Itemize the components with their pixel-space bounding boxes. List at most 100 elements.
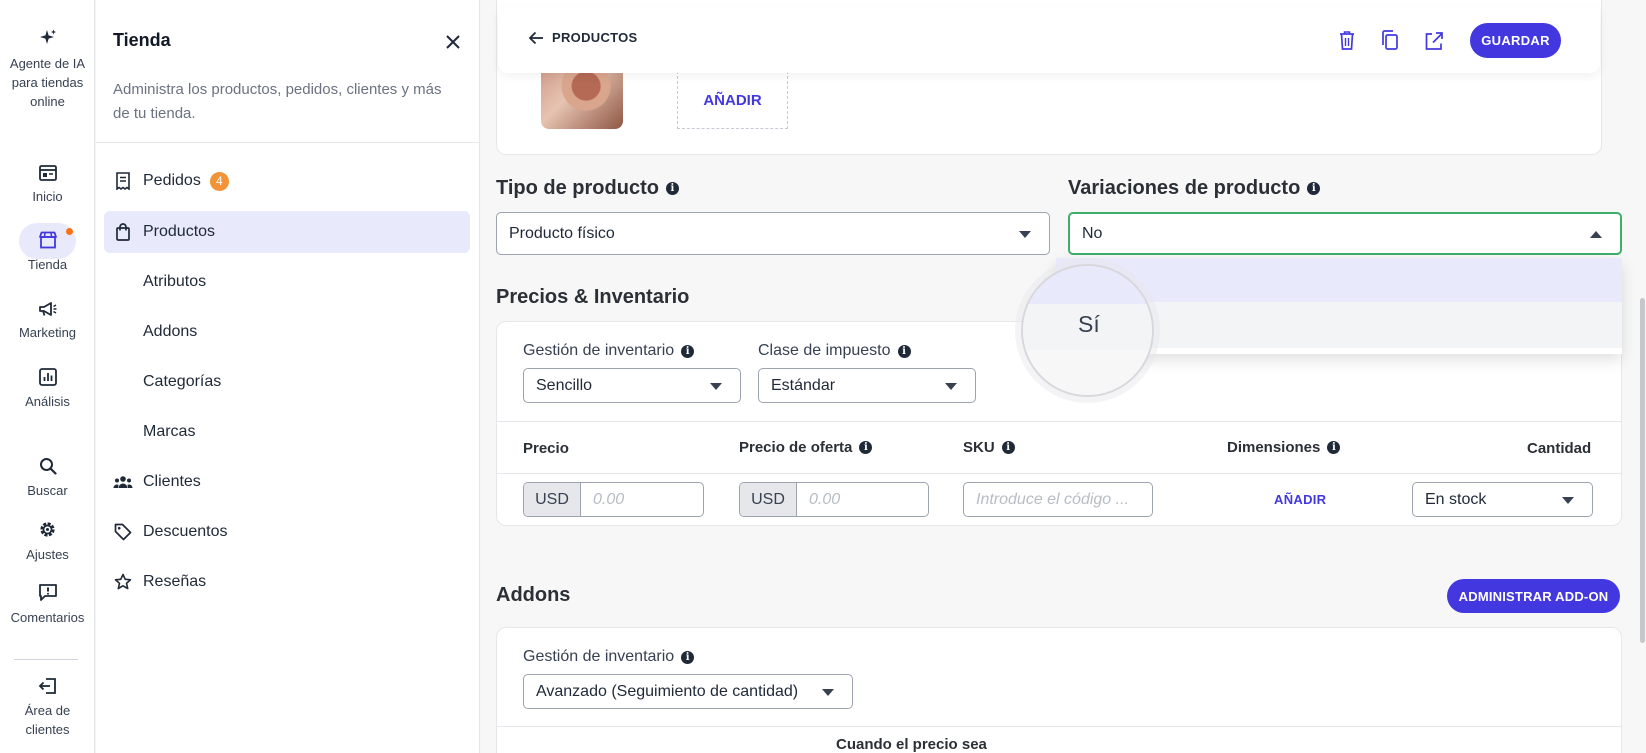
info-icon[interactable]: i [897, 344, 911, 358]
gear-icon [40, 522, 55, 537]
tax-class-select[interactable]: Estándar [758, 368, 976, 403]
rail-label-ai-agent: Agente de IA para tiendas online [9, 56, 86, 109]
variations-value: No [1082, 224, 1103, 242]
rail-item-ai-agent[interactable]: Agente de IA para tiendas online [0, 28, 95, 111]
currency-label: USD [740, 483, 797, 516]
editor-toolbar: PRODUCTOS GUARDAR [498, 8, 1600, 73]
info-icon[interactable]: i [681, 650, 695, 664]
nav-item-attributes[interactable]: Atributos [104, 261, 470, 303]
pricing-heading: Precios & Inventario [496, 286, 689, 309]
sku-input[interactable]: Introduce el código ... [963, 482, 1153, 517]
nav-label-attributes: Atributos [143, 273, 207, 290]
nav-item-brands[interactable]: Marcas [104, 411, 470, 453]
rail-label-client-area: Área de clientes [24, 703, 71, 737]
info-icon[interactable]: i [1327, 441, 1341, 454]
nav-label-clients: Clientes [143, 473, 201, 490]
app-rail: Agente de IA para tiendas online Inicio … [0, 0, 95, 753]
back-to-products-link[interactable]: PRODUCTOS [528, 30, 638, 45]
addons-inventory-label: Gestión de inventario i [523, 648, 695, 666]
column-dimensions-label: Dimensiones [1227, 439, 1321, 456]
arrow-left-icon [528, 31, 543, 44]
search-icon [39, 458, 57, 475]
addons-inventory-value: Avanzado (Seguimiento de cantidad) [536, 682, 799, 700]
users-icon [113, 472, 133, 492]
sale-price-input[interactable]: USD 0.00 [739, 482, 929, 517]
store-panel: Tienda Administra los productos, pedidos… [96, 0, 480, 753]
rail-item-store[interactable]: Tienda [0, 231, 95, 274]
currency-label: USD [524, 483, 581, 516]
column-quantity: Cantidad [1527, 440, 1592, 457]
nav-item-reviews[interactable]: Reseñas [104, 561, 470, 603]
nav-label-products: Productos [143, 223, 216, 240]
tax-class-label-text: Clase de impuesto [758, 342, 891, 359]
rail-item-home[interactable]: Inicio [0, 165, 95, 206]
megaphone-icon [38, 302, 56, 316]
magnified-option-no [1023, 266, 1152, 304]
trash-icon[interactable] [1336, 29, 1358, 53]
nav-label-orders: Pedidos [143, 172, 201, 189]
external-link-icon[interactable] [1423, 29, 1445, 53]
divider [497, 473, 1621, 474]
chevron-down-icon [710, 382, 722, 390]
info-icon[interactable]: i [665, 182, 679, 195]
stock-status-value: En stock [1425, 490, 1487, 508]
tax-class-value: Estándar [771, 376, 836, 394]
close-icon[interactable] [442, 31, 464, 53]
nav-label-reviews: Reseñas [143, 573, 207, 590]
nav-item-discounts[interactable]: Descuentos [104, 511, 470, 553]
price-placeholder: 0.00 [593, 490, 625, 508]
variations-select[interactable]: No [1068, 212, 1622, 255]
rail-item-marketing[interactable]: Marketing [0, 301, 95, 342]
info-icon[interactable]: i [1307, 182, 1321, 195]
product-type-value: Producto físico [509, 224, 615, 242]
nav-item-products[interactable]: Productos [104, 211, 470, 253]
rail-item-analytics[interactable]: Análisis [0, 368, 95, 411]
price-input[interactable]: USD 0.00 [523, 482, 704, 517]
back-label: PRODUCTOS [552, 30, 638, 45]
chevron-down-icon [822, 688, 834, 696]
nav-label-discounts: Descuentos [143, 523, 228, 540]
nav-item-addons[interactable]: Addons [104, 311, 470, 353]
copy-icon[interactable] [1379, 29, 1401, 53]
info-icon[interactable]: i [1001, 441, 1015, 454]
add-dimensions-link[interactable]: AÑADIR [1274, 492, 1326, 507]
column-sale-price-label: Precio de oferta [739, 439, 853, 456]
magnified-option-label: Sí [1078, 311, 1100, 337]
column-sale-price: Precio de oferta i [739, 439, 873, 456]
inventory-label-text: Gestión de inventario [523, 342, 675, 359]
inventory-select[interactable]: Sencillo [523, 368, 741, 403]
rail-label-marketing: Marketing [18, 325, 77, 340]
rail-item-settings[interactable]: Ajustes [0, 520, 95, 564]
addons-card: Gestión de inventario i Avanzado (Seguim… [496, 627, 1622, 753]
nav-item-orders[interactable]: Pedidos 4 [104, 160, 470, 202]
info-icon[interactable]: i [681, 344, 695, 358]
inventory-label: Gestión de inventario i [523, 342, 695, 360]
rail-item-client-area[interactable]: Área de clientes [0, 677, 95, 739]
nav-item-categories[interactable]: Categorías [104, 361, 470, 403]
nav-item-clients[interactable]: Clientes [104, 461, 470, 503]
rail-item-feedback[interactable]: Comentarios [0, 583, 95, 627]
nav-label-categories: Categorías [143, 373, 222, 390]
addons-title: Addons [496, 584, 571, 606]
add-media-button[interactable]: AÑADIR [677, 71, 788, 129]
product-type-select[interactable]: Producto físico [496, 212, 1050, 255]
chart-icon [38, 368, 57, 386]
scrollbar-thumb[interactable] [1640, 298, 1645, 643]
star-icon [113, 572, 133, 592]
rail-item-search[interactable]: Buscar [0, 457, 95, 500]
column-dimensions: Dimensiones i [1227, 439, 1341, 456]
shopping-bag-icon [113, 222, 133, 242]
addons-inventory-select[interactable]: Avanzado (Seguimiento de cantidad) [523, 674, 853, 709]
manage-addons-button[interactable]: ADMINISTRAR ADD-ON [1447, 579, 1620, 613]
panel-title: Tienda [113, 30, 171, 50]
tax-class-label: Clase de impuesto i [758, 342, 911, 360]
chevron-up-icon [1590, 230, 1602, 238]
chevron-down-icon [1562, 496, 1574, 504]
info-icon[interactable]: i [859, 441, 873, 454]
addons-heading: Addons [496, 584, 570, 607]
product-type-heading: Tipo de producto i [496, 177, 679, 200]
stock-status-select[interactable]: En stock [1412, 482, 1593, 517]
save-button[interactable]: GUARDAR [1470, 23, 1561, 58]
tag-icon [113, 522, 133, 542]
rail-label-search: Buscar [27, 483, 68, 498]
